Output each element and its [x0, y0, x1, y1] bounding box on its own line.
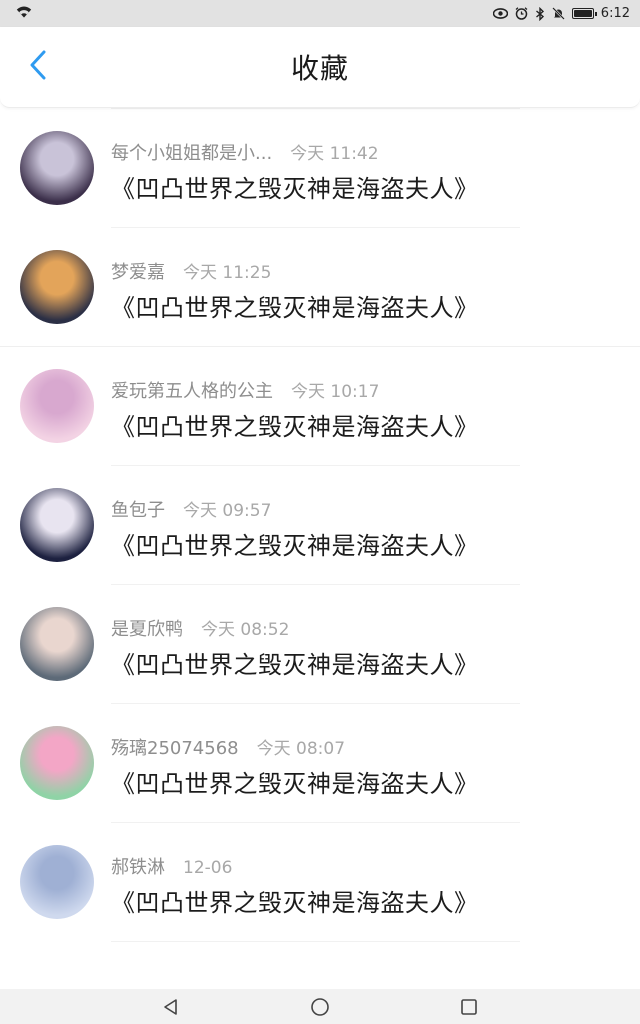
- favorite-item[interactable]: 鱼包子 今天 09:57 《凹凸世界之毁灭神是海盗夫人》: [0, 466, 640, 585]
- item-time: 今天 09:57: [183, 501, 272, 521]
- divider: [111, 941, 520, 942]
- mute-bell-icon: [551, 7, 565, 20]
- system-nav-bar: [0, 989, 640, 1024]
- author-name: 爱玩第五人格的公主: [111, 381, 273, 402]
- item-time: 今天 08:52: [201, 620, 290, 640]
- story-title[interactable]: 《凹凸世界之毁灭神是海盗夫人》: [111, 526, 479, 561]
- wifi-icon: [16, 6, 32, 22]
- item-meta: 每个小姐姐都是小... 今天 11:42: [111, 139, 379, 165]
- author-name: 殇璃25074568: [111, 738, 239, 759]
- app-header: 收藏: [0, 27, 640, 108]
- square-recents-icon[interactable]: [460, 998, 478, 1016]
- battery-icon: [571, 8, 597, 19]
- favorite-item[interactable]: 殇璃25074568 今天 08:07 《凹凸世界之毁灭神是海盗夫人》: [0, 704, 640, 823]
- avatar[interactable]: [20, 488, 94, 562]
- story-title[interactable]: 《凹凸世界之毁灭神是海盗夫人》: [111, 883, 479, 918]
- item-meta: 爱玩第五人格的公主 今天 10:17: [111, 377, 379, 403]
- favorite-item[interactable]: 梦爱嘉 今天 11:25 《凹凸世界之毁灭神是海盗夫人》: [0, 228, 640, 347]
- page-title: 收藏: [290, 52, 349, 85]
- item-meta: 殇璃25074568 今天 08:07: [111, 734, 345, 760]
- status-bar: 6:12: [0, 0, 640, 27]
- avatar[interactable]: [20, 607, 94, 681]
- story-title[interactable]: 《凹凸世界之毁灭神是海盗夫人》: [111, 407, 479, 442]
- bluetooth-icon: [535, 6, 545, 21]
- triangle-back-icon[interactable]: [162, 998, 180, 1016]
- avatar[interactable]: [20, 131, 94, 205]
- item-time: 12-06: [183, 858, 233, 878]
- story-title[interactable]: 《凹凸世界之毁灭神是海盗夫人》: [111, 169, 479, 204]
- item-time: 今天 10:17: [291, 382, 380, 402]
- favorite-item[interactable]: 是夏欣鸭 今天 08:52 《凹凸世界之毁灭神是海盗夫人》: [0, 585, 640, 704]
- item-meta: 鱼包子 今天 09:57: [111, 496, 271, 522]
- avatar[interactable]: [20, 369, 94, 443]
- story-title[interactable]: 《凹凸世界之毁灭神是海盗夫人》: [111, 645, 479, 680]
- favorite-item[interactable]: 爱玩第五人格的公主 今天 10:17 《凹凸世界之毁灭神是海盗夫人》: [0, 347, 640, 466]
- author-name: 梦爱嘉: [111, 262, 165, 283]
- item-time: 今天 11:42: [290, 144, 379, 164]
- eye-icon: [492, 8, 508, 19]
- item-time: 今天 08:07: [256, 739, 346, 759]
- back-button[interactable]: [18, 47, 58, 87]
- author-name: 郝铁淋: [111, 857, 165, 878]
- favorite-item[interactable]: 每个小姐姐都是小... 今天 11:42 《凹凸世界之毁灭神是海盗夫人》: [0, 109, 640, 228]
- author-name: 鱼包子: [111, 500, 165, 521]
- item-meta: 梦爱嘉 今天 11:25: [111, 258, 271, 284]
- item-time: 今天 11:25: [183, 263, 272, 283]
- story-title[interactable]: 《凹凸世界之毁灭神是海盗夫人》: [111, 288, 479, 323]
- avatar[interactable]: [20, 845, 94, 919]
- item-meta: 是夏欣鸭 今天 08:52: [111, 615, 289, 641]
- favorites-list[interactable]: 《凹凸世界之毁灭神是海盗夫人》 每个小姐姐都是小... 今天 11:42 《凹凸世界之…: [0, 27, 640, 989]
- avatar[interactable]: [20, 250, 94, 324]
- favorite-item[interactable]: 郝铁淋 12-06 《凹凸世界之毁灭神是海盗夫人》: [0, 823, 640, 942]
- story-title[interactable]: 《凹凸世界之毁灭神是海盗夫人》: [111, 764, 479, 799]
- status-time: 6:12: [600, 6, 630, 21]
- avatar[interactable]: [20, 726, 94, 800]
- author-name: 每个小姐姐都是小...: [111, 143, 273, 164]
- author-name: 是夏欣鸭: [111, 619, 183, 640]
- circle-home-icon[interactable]: [310, 997, 330, 1017]
- item-meta: 郝铁淋 12-06: [111, 853, 232, 879]
- chevron-left-icon: [29, 50, 47, 84]
- alarm-icon: [515, 7, 528, 20]
